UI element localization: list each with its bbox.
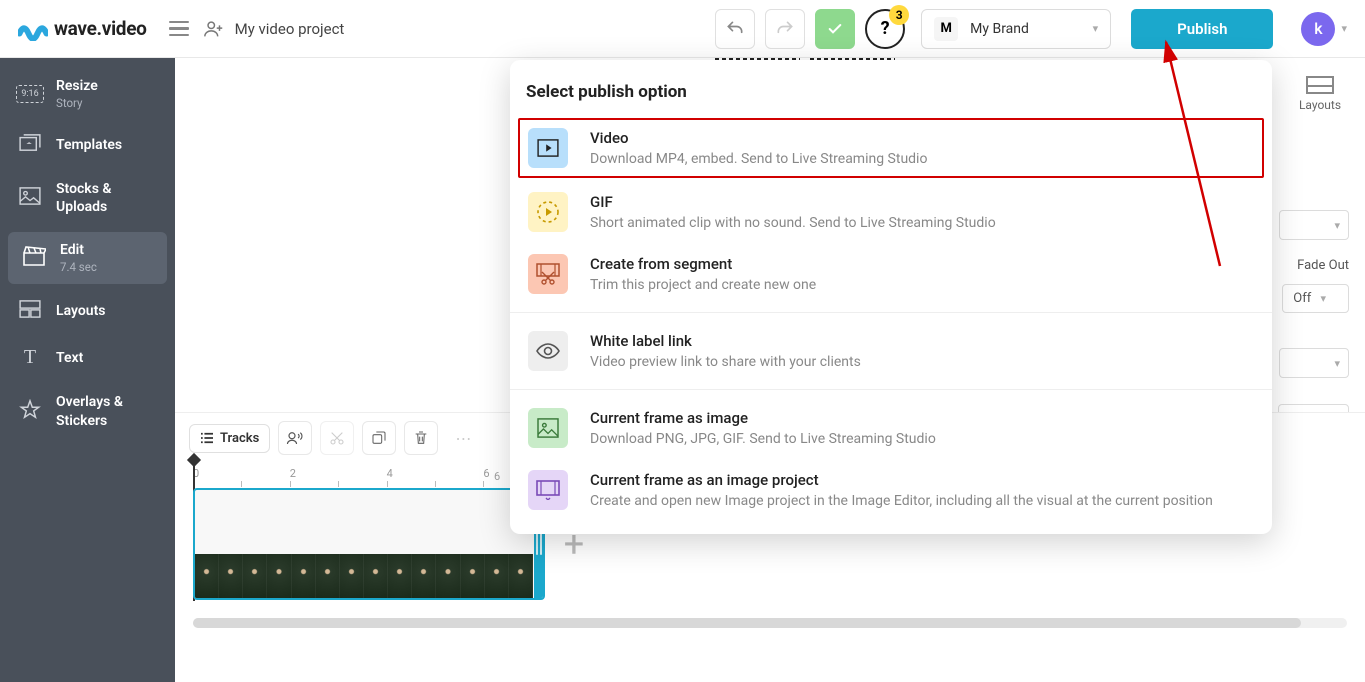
add-collaborator-icon[interactable] — [203, 18, 225, 40]
publish-option-frame-image[interactable]: Current frame as image Download PNG, JPG,… — [510, 398, 1272, 458]
star-icon — [16, 399, 44, 425]
sidebar-item-stocks[interactable]: Stocks & Uploads — [0, 168, 175, 228]
separator — [510, 389, 1272, 390]
gif-icon — [528, 192, 568, 232]
help-button[interactable]: ? 3 — [865, 9, 905, 49]
sidebar: 9:16 Resize Story Templates Stocks & Uplo… — [0, 58, 175, 682]
image-icon — [16, 187, 44, 209]
video-icon — [528, 128, 568, 168]
option-desc: Short animated clip with no sound. Send … — [590, 215, 996, 231]
publish-option-frame-project[interactable]: Current frame as an image project Create … — [510, 460, 1272, 520]
ruler-tick: 0 — [193, 467, 241, 480]
tracks-button[interactable]: Tracks — [189, 424, 270, 453]
templates-icon — [16, 134, 44, 156]
chevron-down-icon: ▾ — [1334, 357, 1340, 370]
cut-button[interactable] — [320, 421, 354, 455]
publish-option-whitelabel[interactable]: White label link Video preview link to sh… — [510, 321, 1272, 381]
image-project-icon — [528, 470, 568, 510]
segment-icon — [528, 254, 568, 294]
horizontal-scrollbar[interactable] — [193, 618, 1347, 628]
logo[interactable]: wave.video — [18, 17, 147, 41]
chevron-down-icon[interactable]: ▾ — [1341, 22, 1347, 35]
option-desc: Download MP4, embed. Send to Live Stream… — [590, 151, 927, 167]
layouts-icon — [1306, 76, 1334, 94]
undo-button[interactable] — [715, 9, 755, 49]
option-desc: Download PNG, JPG, GIF. Send to Live Str… — [590, 431, 936, 447]
sidebar-item-text[interactable]: T Text — [0, 334, 175, 381]
option-desc: Trim this project and create new one — [590, 277, 816, 293]
dropdown[interactable]: ▾ — [1279, 348, 1349, 378]
resize-icon: 9:16 — [16, 85, 44, 103]
option-title: Video — [590, 129, 927, 147]
brand-selector[interactable]: M My Brand ▾ — [921, 9, 1111, 49]
sidebar-item-sublabel: 7.4 sec — [60, 260, 97, 274]
sidebar-item-label: Overlays & Stickers — [56, 393, 159, 429]
layouts-label: Layouts — [1291, 98, 1349, 112]
brand-name: My Brand — [970, 21, 1080, 37]
sidebar-item-label: Resize — [56, 78, 98, 94]
ruler-tick: 4 — [387, 467, 435, 480]
clip-thumbnails — [195, 554, 533, 598]
ruler-tick: 2 — [290, 467, 338, 480]
option-title: White label link — [590, 332, 861, 350]
sidebar-item-templates[interactable]: Templates — [0, 122, 175, 168]
sidebar-item-label: Text — [56, 350, 83, 366]
copy-button[interactable] — [362, 421, 396, 455]
sidebar-item-label: Templates — [56, 137, 122, 153]
sidebar-item-sublabel: Story — [56, 96, 98, 110]
voice-button[interactable] — [278, 421, 312, 455]
fade-out-label: Fade Out — [1297, 258, 1349, 273]
select-value: Off — [1293, 291, 1311, 306]
option-desc: Video preview link to share with your cl… — [590, 354, 861, 370]
publish-option-segment[interactable]: Create from segment Trim this project and… — [510, 244, 1272, 304]
publish-option-video[interactable]: Video Download MP4, embed. Send to Live S… — [518, 118, 1264, 178]
header: wave.video My video project ? 3 M My Bra… — [0, 0, 1365, 58]
sidebar-item-label: Layouts — [56, 303, 105, 319]
option-title: Current frame as image — [590, 409, 936, 427]
brand-avatar: M — [934, 17, 958, 41]
chevron-down-icon: ▾ — [1093, 22, 1099, 35]
publish-option-gif[interactable]: GIF Short animated clip with no sound. Se… — [510, 182, 1272, 242]
publish-button[interactable]: Publish — [1131, 9, 1273, 49]
sidebar-item-edit[interactable]: Edit 7.4 sec — [8, 232, 167, 284]
eye-icon — [528, 331, 568, 371]
option-title: Current frame as an image project — [590, 471, 1213, 489]
sidebar-item-layouts[interactable]: Layouts — [0, 288, 175, 334]
dropdown[interactable]: ▾ — [1279, 210, 1349, 240]
publish-popover: Select publish option Video Download MP4,… — [510, 60, 1272, 534]
user-avatar[interactable]: k — [1301, 12, 1335, 46]
delete-button[interactable] — [404, 421, 438, 455]
fade-out-select[interactable]: Off ▾ — [1282, 284, 1349, 313]
menu-icon[interactable] — [169, 21, 189, 37]
save-status-button[interactable] — [815, 9, 855, 49]
notification-badge: 3 — [889, 5, 909, 25]
sidebar-item-label: Stocks & Uploads — [56, 180, 159, 216]
video-clip[interactable] — [193, 488, 545, 600]
tracks-label: Tracks — [220, 431, 259, 446]
sidebar-item-label: Edit — [60, 242, 97, 258]
scrollbar-thumb[interactable] — [193, 618, 1301, 628]
popover-title: Select publish option — [510, 60, 1272, 116]
chevron-down-icon: ▾ — [1334, 219, 1340, 232]
layouts-icon — [16, 300, 44, 322]
project-name[interactable]: My video project — [235, 20, 345, 38]
wave-logo-icon — [18, 17, 48, 41]
chevron-down-icon: ▾ — [1320, 292, 1326, 305]
ruler-visible-tick: 6 — [494, 470, 500, 483]
option-title: Create from segment — [590, 255, 816, 273]
sidebar-item-resize[interactable]: 9:16 Resize Story — [0, 66, 175, 122]
more-button[interactable]: ⋯ — [446, 421, 480, 455]
clapperboard-icon — [20, 245, 48, 271]
sidebar-item-overlays[interactable]: Overlays & Stickers — [0, 381, 175, 441]
option-title: GIF — [590, 193, 996, 211]
text-icon: T — [16, 346, 44, 369]
separator — [510, 312, 1272, 313]
list-icon — [200, 432, 214, 444]
redo-button[interactable] — [765, 9, 805, 49]
image-icon — [528, 408, 568, 448]
option-desc: Create and open new Image project in the… — [590, 493, 1213, 509]
help-icon: ? — [881, 18, 890, 39]
logo-text: wave.video — [54, 17, 147, 40]
